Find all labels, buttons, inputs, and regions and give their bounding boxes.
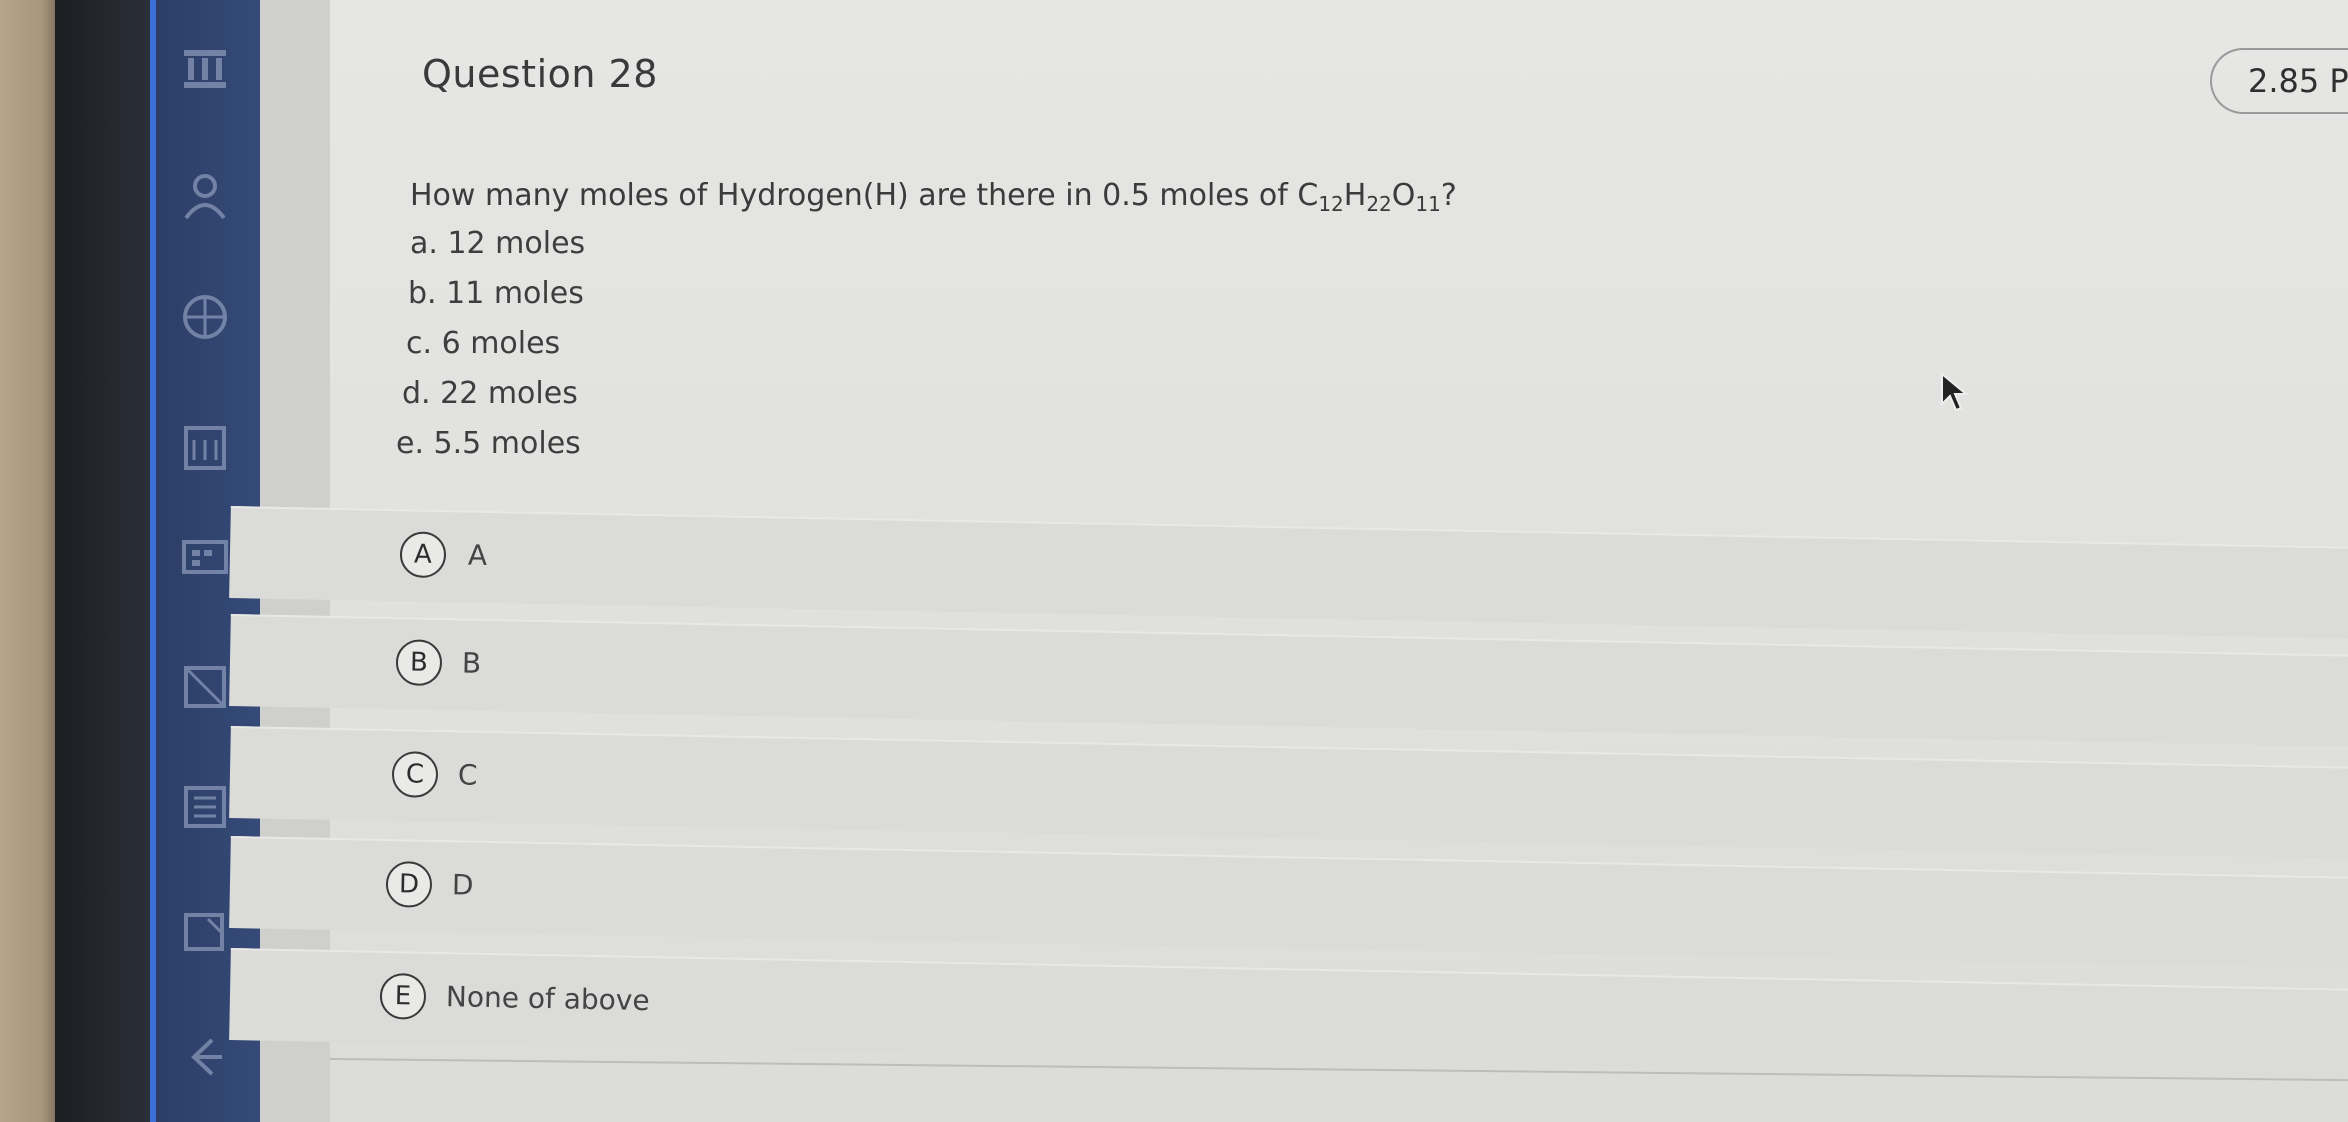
choice-label-e: None of above [445,980,650,1018]
answer-choice-c[interactable]: C C [229,726,2348,861]
choice-radio-e[interactable]: E [379,972,427,1020]
choice-radio-a[interactable]: A [399,531,447,579]
carbon-subscript: 12 [1318,192,1344,216]
question-mark: ? [1440,178,1457,213]
mouse-cursor-icon [1940,371,1970,412]
option-e: e. 5.5 moles [396,426,581,461]
choice-label-c: C [457,758,478,792]
calendar-icon[interactable] [178,420,232,474]
option-c: c. 6 moles [406,326,561,361]
hydrogen-symbol: H [1343,178,1367,213]
courses-icon[interactable] [178,290,232,344]
oxygen-subscript: 11 [1415,192,1441,216]
help-icon[interactable] [178,905,232,959]
choice-label-b: B [461,646,482,680]
option-d: d. 22 moles [402,376,578,411]
choice-radio-d[interactable]: D [385,860,433,908]
option-a: a. 12 moles [410,226,586,261]
inbox-icon[interactable] [178,530,232,584]
option-b: b. 11 moles [408,276,584,311]
collapse-nav-icon[interactable] [178,1030,232,1084]
points-badge: 2.85 P [2210,48,2348,114]
answer-choice-b[interactable]: B B [229,614,2348,749]
oxygen-symbol: O [1391,178,1416,213]
choice-label-d: D [451,868,474,902]
question-prompt-text: How many moles of Hydrogen(H) are there … [410,178,1319,213]
choice-radio-b[interactable]: B [395,639,443,687]
institution-icon[interactable] [178,40,232,94]
question-prompt: How many moles of Hydrogen(H) are there … [410,178,1457,216]
account-icon[interactable] [178,168,232,222]
question-title: Question 28 [422,52,658,96]
choice-label-a: A [467,538,488,572]
answer-options-list: a. 12 moles b. 11 moles c. 6 moles d. 22… [396,226,586,476]
answer-choice-d[interactable]: D D [229,836,2348,971]
choice-radio-c[interactable]: C [391,751,439,798]
quiz-content: Question 28 2.85 P How many moles of Hyd… [229,0,2348,1122]
history-icon[interactable] [178,660,232,714]
commons-icon[interactable] [178,780,232,834]
hydrogen-subscript: 22 [1366,192,1392,216]
